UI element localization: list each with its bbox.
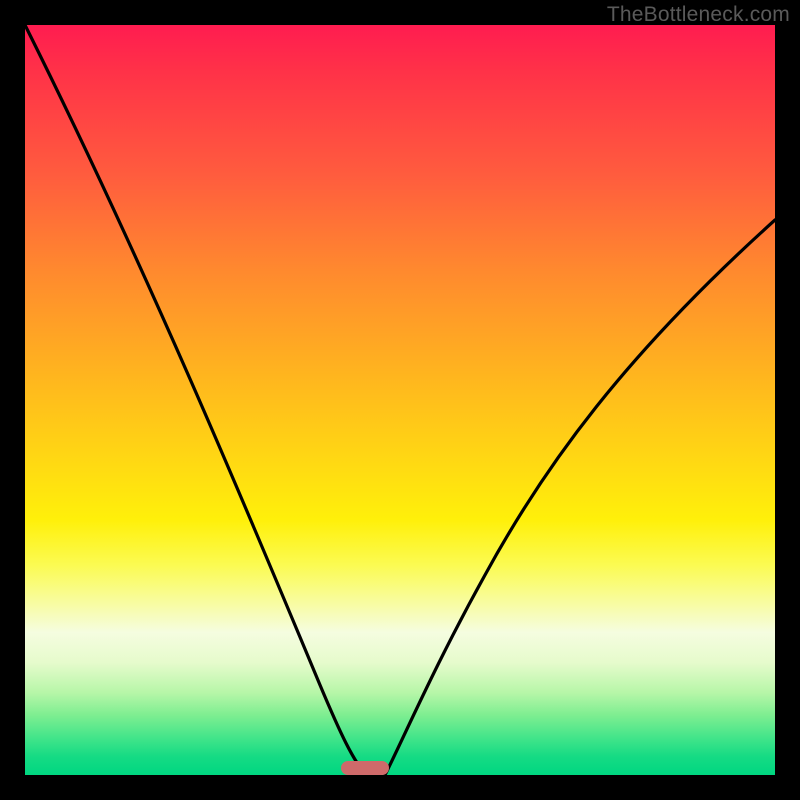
chart-frame: TheBottleneck.com <box>0 0 800 800</box>
right-curve <box>385 220 775 775</box>
bottleneck-marker <box>341 761 389 775</box>
watermark-text: TheBottleneck.com <box>607 3 790 27</box>
curves-svg <box>25 25 775 775</box>
left-curve <box>25 25 366 775</box>
plot-area <box>25 25 775 775</box>
